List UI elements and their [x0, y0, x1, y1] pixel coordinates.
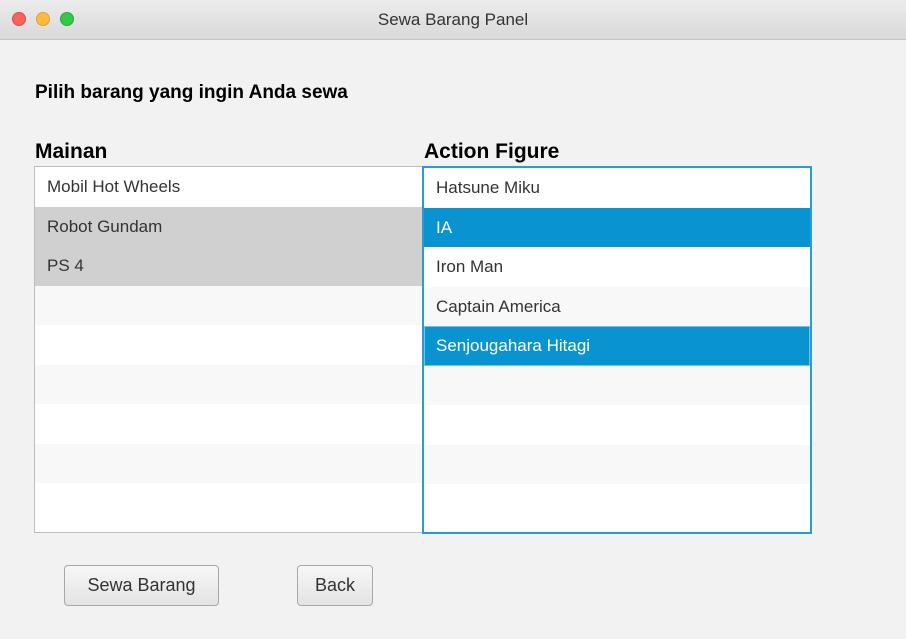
app-window: Sewa Barang Panel Pilih barang yang ingi… — [0, 0, 906, 639]
mainan-heading: Mainan — [35, 140, 108, 163]
mainan-empty-row — [35, 364, 422, 404]
mainan-empty-row — [35, 285, 422, 325]
action_figure-item[interactable]: Hatsune Miku — [424, 168, 810, 208]
mainan-empty-row — [35, 483, 422, 523]
instruction-text: Pilih barang yang ingin Anda sewa — [35, 82, 348, 103]
mainan-item[interactable]: PS 4 — [35, 246, 422, 286]
window-title: Sewa Barang Panel — [377, 10, 529, 29]
action-figure-list[interactable]: Hatsune Miku IA Iron Man Captain America Sen… — [422, 166, 812, 534]
action_figure-empty-row — [424, 365, 810, 405]
mainan-empty-row — [35, 325, 422, 365]
back-button[interactable]: Back — [297, 565, 373, 606]
mainan-list[interactable]: Mobil Hot Wheels Robot Gundam PS 4 — [34, 166, 423, 533]
action_figure-item[interactable]: Senjougahara Hitagi — [424, 326, 810, 366]
title-bar[interactable]: Sewa Barang Panel — [0, 0, 906, 40]
action_figure-empty-row — [424, 484, 810, 524]
action_figure-empty-row — [424, 444, 810, 484]
action_figure-item[interactable]: IA — [424, 207, 810, 247]
action_figure-empty-row — [424, 405, 810, 445]
action_figure-item[interactable]: Iron Man — [424, 247, 810, 287]
action-figure-heading: Action Figure — [424, 140, 560, 163]
mainan-item[interactable]: Robot Gundam — [35, 206, 422, 246]
sewa-barang-button[interactable]: Sewa Barang — [64, 565, 219, 606]
mainan-empty-row — [35, 443, 422, 483]
mainan-item[interactable]: Mobil Hot Wheels — [35, 167, 422, 207]
mainan-empty-row — [35, 404, 422, 444]
action_figure-item[interactable]: Captain America — [424, 286, 810, 326]
